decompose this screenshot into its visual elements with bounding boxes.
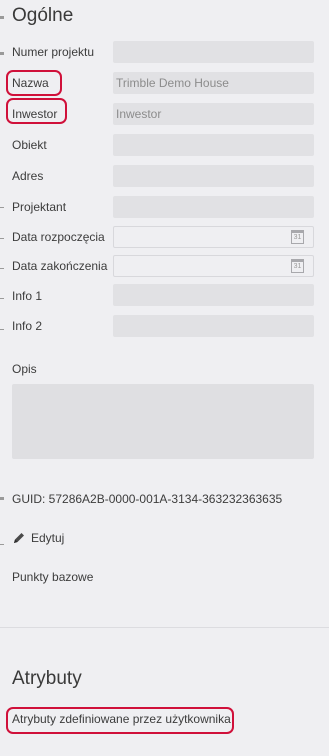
row-marker (0, 298, 4, 299)
section-title-general: Ogólne (12, 5, 74, 26)
name-field[interactable]: Trimble Demo House (113, 72, 314, 94)
row-marker (0, 544, 4, 545)
base-points-link[interactable]: Punkty bazowe (12, 570, 93, 584)
section-divider (0, 627, 329, 628)
guid-text: GUID: 57286A2B-0000-001A-3134-3632323636… (12, 492, 283, 506)
label-address: Adres (12, 169, 44, 183)
address-field[interactable] (113, 165, 314, 187)
object-field[interactable] (113, 134, 314, 156)
project-number-field[interactable] (113, 41, 314, 63)
row-marker (0, 207, 4, 208)
label-start-date: Data rozpoczęcia (12, 230, 105, 244)
info1-field[interactable] (113, 284, 314, 306)
section-title-attributes: Atrybuty (12, 668, 82, 689)
label-info1: Info 1 (12, 289, 43, 303)
investor-field[interactable]: Inwestor (113, 103, 314, 125)
start-date-field[interactable]: 31 (113, 226, 314, 248)
label-object: Obiekt (12, 138, 47, 152)
highlight-user-attributes (6, 707, 234, 734)
row-marker (0, 238, 4, 239)
label-designer: Projektant (12, 200, 67, 214)
label-description: Opis (12, 362, 37, 376)
edit-button[interactable]: Edytuj (12, 529, 64, 547)
row-marker (0, 268, 4, 269)
row-marker (0, 52, 4, 55)
calendar-icon[interactable]: 31 (291, 230, 304, 244)
section-marker (0, 16, 4, 19)
highlight-name (6, 70, 62, 96)
highlight-investor (6, 98, 67, 124)
info2-field[interactable] (113, 315, 314, 337)
pencil-icon (14, 533, 24, 543)
end-date-field[interactable]: 31 (113, 255, 314, 277)
label-info2: Info 2 (12, 319, 43, 333)
designer-field[interactable] (113, 196, 314, 218)
row-marker (0, 497, 4, 500)
edit-label: Edytuj (31, 531, 65, 545)
calendar-icon[interactable]: 31 (291, 259, 304, 273)
label-end-date: Data zakończenia (12, 259, 108, 273)
description-textarea[interactable] (12, 384, 314, 459)
row-marker (0, 329, 4, 330)
label-project-number: Numer projektu (12, 45, 95, 59)
